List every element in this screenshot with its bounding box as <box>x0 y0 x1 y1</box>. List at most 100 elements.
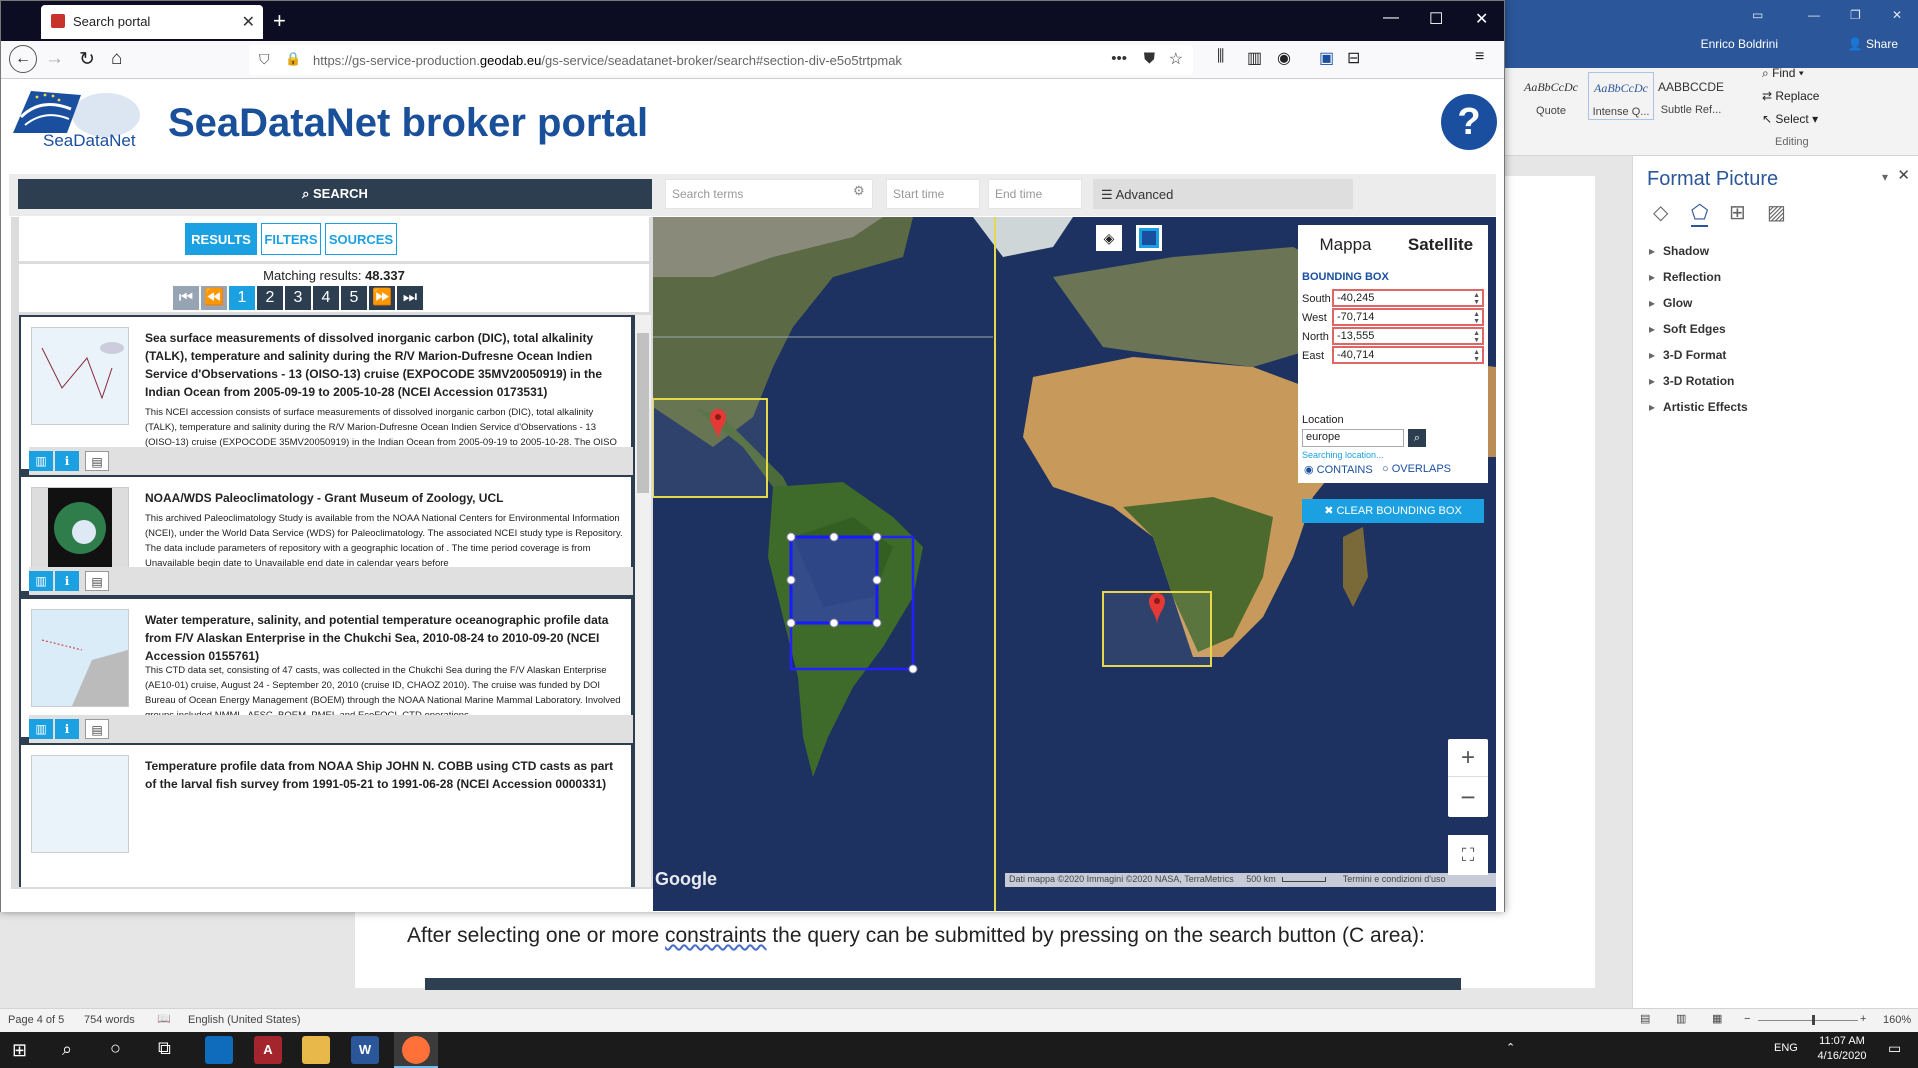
word-restore-button[interactable]: ❐ <box>1850 8 1861 22</box>
draw-rectangle-icon[interactable] <box>1136 225 1162 251</box>
result-thumbnail[interactable] <box>31 609 129 707</box>
status-words[interactable]: 754 words <box>84 1014 135 1026</box>
fullscreen-icon[interactable]: ⛶ <box>1448 835 1488 875</box>
notifications-icon[interactable]: ▭ <box>1888 1040 1901 1057</box>
result-thumbnail[interactable] <box>31 755 129 853</box>
size-properties-icon[interactable]: ⊞ <box>1729 200 1746 225</box>
account-icon[interactable]: ◉ <box>1277 48 1291 68</box>
extension-icon[interactable]: ▣ <box>1319 48 1334 68</box>
word-close-button[interactable]: ✕ <box>1892 8 1902 22</box>
north-input[interactable]: -13,555 ▲ ▼ <box>1332 327 1484 345</box>
clear-bounding-box-button[interactable]: ✖ CLEAR BOUNDING BOX <box>1302 499 1484 523</box>
pane-item-artistic-effects[interactable]: Artistic Effects <box>1649 400 1748 414</box>
result-thumbnail[interactable] <box>31 327 129 425</box>
page-4-button[interactable]: 4 <box>313 286 339 310</box>
map-type-mappa[interactable]: Mappa <box>1298 225 1393 265</box>
chart-icon[interactable]: ▥ <box>29 451 53 471</box>
contains-radio[interactable]: ◉ CONTAINS <box>1304 463 1373 476</box>
access-icon[interactable]: A <box>254 1036 282 1064</box>
close-window-button[interactable]: ✕ <box>1475 9 1488 29</box>
firefox-taskbar-button[interactable] <box>394 1032 438 1068</box>
gear-icon[interactable]: ⚙ <box>853 183 865 199</box>
lock-icon[interactable]: 🔒 <box>285 51 301 67</box>
pane-item-3d-rotation[interactable]: 3-D Rotation <box>1649 374 1734 388</box>
result-title[interactable]: NOAA/WDS Paleoclimatology - Grant Museum… <box>145 489 625 507</box>
map-type-satellite[interactable]: Satellite <box>1393 225 1488 265</box>
list-item[interactable]: Sea surface measurements of dissolved in… <box>19 317 633 475</box>
pane-close-icon[interactable]: ✕ <box>1897 166 1910 184</box>
start-icon[interactable]: ⊞ <box>12 1040 27 1061</box>
select-button[interactable]: ↖ Select ▾ <box>1762 112 1818 126</box>
page-3-button[interactable]: 3 <box>285 286 311 310</box>
reload-icon[interactable]: ↻ <box>79 48 95 71</box>
result-title[interactable]: Water temperature, salinity, and potenti… <box>145 611 625 665</box>
result-title[interactable]: Temperature profile data from NOAA Ship … <box>145 757 625 793</box>
minimize-button[interactable]: — <box>1383 9 1399 27</box>
web-layout-icon[interactable]: ▦ <box>1712 1012 1722 1025</box>
read-mode-icon[interactable]: ▤ <box>1640 1012 1650 1025</box>
document-image-edge[interactable] <box>425 978 1461 990</box>
map-view[interactable]: Google ◈ Mappa Satellite BOUNDING BOX So… <box>653 217 1496 911</box>
list-item[interactable]: NOAA/WDS Paleoclimatology - Grant Museum… <box>19 477 633 595</box>
pane-item-reflection[interactable]: Reflection <box>1649 270 1721 284</box>
tab-results[interactable]: RESULTS <box>185 223 257 255</box>
zoom-level[interactable]: 160% <box>1883 1014 1911 1026</box>
east-input[interactable]: -40,714 ▲ ▼ <box>1332 346 1484 364</box>
document-paragraph[interactable]: After selecting one or more constraints … <box>407 924 1425 948</box>
location-input[interactable]: europe <box>1302 429 1404 447</box>
word-icon[interactable]: W <box>351 1036 379 1064</box>
bookmark-star-icon[interactable]: ☆ <box>1169 49 1183 69</box>
tab-sources[interactable]: SOURCES <box>325 223 397 255</box>
page-5-button[interactable]: 5 <box>341 286 367 310</box>
spinner-icon[interactable]: ▲ ▼ <box>1473 349 1480 363</box>
shield-icon[interactable]: ⛉ <box>259 51 270 68</box>
clock-time[interactable]: 11:07 AM <box>1810 1035 1874 1047</box>
home-icon[interactable]: ⌂ <box>111 48 122 70</box>
search-terms-input[interactable]: Search terms <box>665 179 873 209</box>
next-pages-icon[interactable]: ⏩ <box>369 286 395 310</box>
zoom-in-button[interactable]: + <box>1448 739 1488 777</box>
word-share-button[interactable]: 👤 Share <box>1848 37 1898 51</box>
style-subtle-reference[interactable]: AABBCCDE Subtle Ref... <box>1658 72 1724 120</box>
overlaps-radio[interactable]: ○ OVERLAPS <box>1382 463 1451 475</box>
replace-button[interactable]: ⇄ Replace <box>1762 89 1819 103</box>
word-user-name[interactable]: Enrico Boldrini <box>1701 37 1778 51</box>
document-icon[interactable]: ▤ <box>85 451 109 471</box>
maximize-button[interactable]: ☐ <box>1429 9 1443 29</box>
list-item[interactable]: Water temperature, salinity, and potenti… <box>19 599 633 743</box>
word-ribbon-display-icon[interactable]: ▭ <box>1752 8 1763 22</box>
document-icon[interactable]: ▤ <box>85 571 109 591</box>
page-1-button[interactable]: 1 <box>229 286 255 310</box>
chart-icon[interactable]: ▥ <box>29 719 53 739</box>
forward-icon[interactable]: → <box>45 48 64 70</box>
spinner-icon[interactable]: ▲ ▼ <box>1473 311 1480 325</box>
pane-item-shadow[interactable]: Shadow <box>1649 244 1709 258</box>
library-icon[interactable]: ⫼ <box>1217 48 1224 66</box>
start-time-input[interactable]: Start time <box>886 179 980 209</box>
tab-filters[interactable]: FILTERS <box>261 223 321 255</box>
info-icon[interactable]: ℹ <box>55 451 79 471</box>
find-button[interactable]: ⌕ Find ▾ <box>1762 66 1804 81</box>
print-layout-icon[interactable]: ▥ <box>1676 1012 1686 1025</box>
last-page-icon[interactable]: ⏭ <box>397 286 423 310</box>
advanced-button[interactable]: ☰ Advanced <box>1093 179 1353 209</box>
proofing-icon[interactable]: 📖 <box>157 1012 171 1025</box>
terms-link[interactable]: Termini e condizioni d'uso <box>1343 874 1446 884</box>
pane-item-soft-edges[interactable]: Soft Edges <box>1649 322 1726 336</box>
clock-date[interactable]: 4/16/2020 <box>1810 1050 1874 1062</box>
pocket-icon[interactable]: ⛊ <box>1144 50 1155 67</box>
south-input[interactable]: -40,245 ▲ ▼ <box>1332 289 1484 307</box>
pane-item-glow[interactable]: Glow <box>1649 296 1692 310</box>
reader-icon[interactable]: ⊟ <box>1347 48 1360 68</box>
spinner-icon[interactable]: ▲ ▼ <box>1473 292 1480 306</box>
results-scrollbar[interactable] <box>635 315 651 887</box>
tab-search-portal[interactable]: Search portal ✕ <box>41 5 263 39</box>
picture-icon[interactable]: ▨ <box>1767 200 1786 225</box>
style-intense-quote[interactable]: AaBbCcDc Intense Q... <box>1588 72 1654 120</box>
sidebar-icon[interactable]: ▥ <box>1247 48 1262 68</box>
task-view-icon[interactable]: ⧉ <box>158 1038 171 1059</box>
fill-line-icon[interactable]: ◇ <box>1653 200 1668 225</box>
end-time-input[interactable]: End time <box>988 179 1082 209</box>
info-icon[interactable]: ℹ <box>55 719 79 739</box>
file-explorer-icon[interactable] <box>302 1036 330 1064</box>
